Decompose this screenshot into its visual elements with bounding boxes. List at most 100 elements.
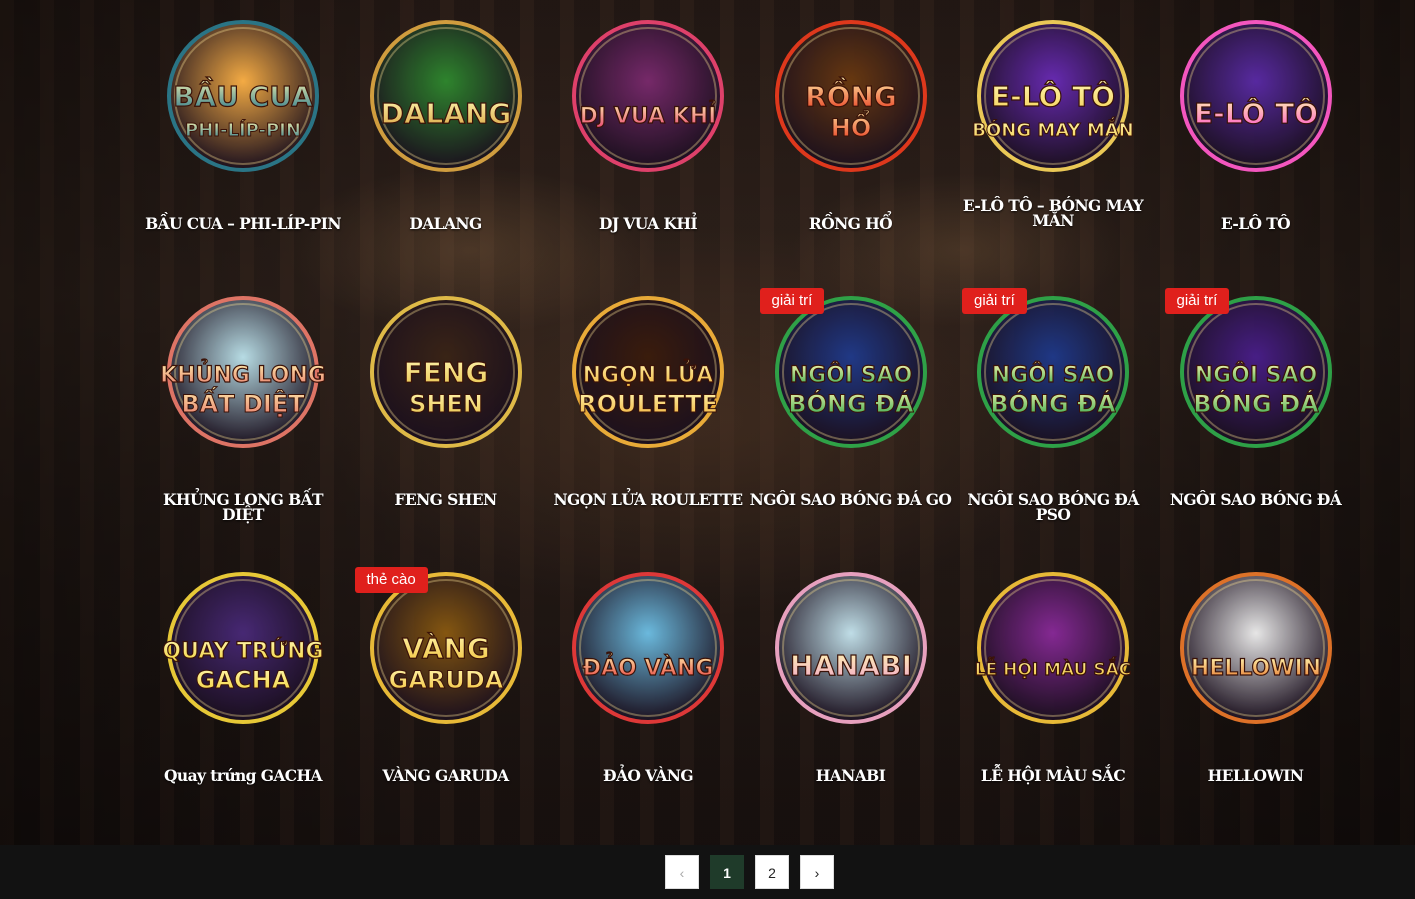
le-hoi-mau-sac-logo: LỄ HỘI MÀU SẮC [974, 572, 1132, 724]
game-logo-text: NGÔI SAO [789, 362, 912, 388]
game-card[interactable]: ĐẢO VÀNG ĐẢO VÀNG [547, 552, 749, 822]
footer-bar [0, 845, 1415, 899]
game-card[interactable]: NGỌN LỬA ROULETTE NGỌN LỬA ROULETTE [547, 276, 749, 546]
game-logo-subtext: GACHA [196, 666, 291, 694]
game-logo-text: RỒNG [805, 75, 897, 113]
game-thumbnail[interactable]: NGÔI SAO BÓNG ĐÁ [764, 294, 938, 454]
game-logo-text: E-LÔ TÔ [991, 79, 1115, 113]
game-card[interactable]: NGÔI SAO BÓNG ĐÁ giải trí NGÔI SAO BÓNG ĐÁ … [952, 276, 1154, 546]
quay-trung-gacha-logo: QUAY TRỨNGGACHA [162, 572, 324, 724]
game-logo-subtext: ROULETTE [578, 390, 718, 418]
game-title[interactable]: DJ VUA KHỈ [547, 216, 749, 232]
game-card[interactable]: HELLOWIN HELLOWIN [1155, 552, 1357, 822]
game-logo-text: QUAY TRỨNG [162, 638, 323, 664]
game-card[interactable]: HANABI HANABI [750, 552, 952, 822]
game-title[interactable]: Quay trứng GACHA [142, 768, 344, 784]
game-badge: giải trí [1164, 288, 1230, 314]
game-thumbnail[interactable]: E-LÔ TÔ [1169, 18, 1343, 178]
rong-ho-logo: RỒNGHỔ [774, 20, 927, 172]
game-card[interactable]: QUAY TRỨNG GACHA Quay trứng GACHA [142, 552, 344, 822]
dalang-logo: DALANG [369, 20, 522, 172]
game-title[interactable]: FENG SHEN [345, 492, 547, 508]
game-thumbnail[interactable]: VÀNG GARUDA [359, 570, 533, 730]
game-title[interactable]: RỒNG HỔ [750, 216, 952, 232]
game-logo-text: NGỌN LỬA [583, 360, 714, 388]
game-card[interactable]: BẦU CUA PHI-LÍP-PIN BẦU CUA – PHI-LÍP-PIN [142, 0, 344, 270]
prev-page-button[interactable]: ‹ [665, 855, 699, 889]
ngoi-sao-bong-da-logo: NGÔI SAOBÓNG ĐÁ [1179, 296, 1332, 448]
game-thumbnail[interactable]: NGÔI SAO BÓNG ĐÁ [1169, 294, 1343, 454]
game-logo-text: HELLOWIN [1190, 656, 1320, 681]
game-card[interactable]: NGÔI SAO BÓNG ĐÁ giải trí NGÔI SAO BÓNG ĐÁ [1155, 276, 1357, 546]
game-card[interactable]: E-LÔ TÔ E-LÔ TÔ [1155, 0, 1357, 270]
game-thumbnail[interactable]: NGÔI SAO BÓNG ĐÁ [966, 294, 1140, 454]
game-card[interactable]: DALANG DALANG [345, 0, 547, 270]
game-thumbnail[interactable]: HELLOWIN [1169, 570, 1343, 730]
game-card[interactable]: LỄ HỘI MÀU SẮC LỄ HỘI MÀU SẮC [952, 552, 1154, 822]
game-title[interactable]: NGÔI SAO BÓNG ĐÁ GO [750, 492, 952, 508]
game-logo-subtext: SHEN [409, 390, 483, 418]
game-thumbnail[interactable]: E-LÔ TÔ BÓNG MAY MẮN [966, 18, 1140, 178]
game-thumbnail[interactable]: NGỌN LỬA ROULETTE [561, 294, 735, 454]
game-thumbnail[interactable]: RỒNG HỔ [764, 18, 938, 178]
bau-cua-logo: BẦU CUA PHI-LÍP-PIN [167, 20, 319, 172]
game-thumbnail[interactable]: HANABI [764, 570, 938, 730]
game-title[interactable]: KHỦNG LONG BẤT DIỆT [142, 492, 344, 523]
game-title[interactable]: E-LÔ TÔ – BÓNG MAY MẮN [952, 198, 1154, 229]
game-card[interactable]: DJ VUA KHỈ DJ VUA KHỈ [547, 0, 749, 270]
game-thumbnail[interactable]: ĐẢO VÀNG [561, 570, 735, 730]
next-page-button[interactable]: › [800, 855, 834, 889]
game-logo-text: ĐẢO VÀNG [583, 653, 714, 681]
page-1-button[interactable]: 1 [710, 855, 744, 889]
game-logo-text: HANABI [790, 649, 912, 682]
game-logo-text: VÀNG [402, 631, 490, 665]
game-logo-text: FENG [403, 356, 488, 389]
game-card[interactable]: RỒNG HỔ RỒNG HỔ [750, 0, 952, 270]
game-logo-subtext: BÓNG MAY MẮN [972, 117, 1133, 141]
game-thumbnail[interactable]: DALANG [359, 18, 533, 178]
game-title[interactable]: NGỌN LỬA ROULETTE [547, 492, 749, 508]
game-thumbnail[interactable]: DJ VUA KHỈ [561, 18, 735, 178]
game-logo-text: NGÔI SAO [992, 362, 1115, 388]
game-thumbnail[interactable]: FENG SHEN [359, 294, 533, 454]
feng-shen-logo: FENGSHEN [369, 296, 522, 448]
game-title[interactable]: DALANG [345, 216, 547, 232]
game-logo-subtext: PHI-LÍP-PIN [185, 119, 301, 141]
game-thumbnail[interactable]: BẦU CUA PHI-LÍP-PIN [156, 18, 330, 178]
ngon-lua-roulette-logo: NGỌN LỬAROULETTE [572, 296, 724, 448]
game-logo-text: NGÔI SAO [1194, 362, 1317, 388]
game-logo-text: DJ VUA KHỈ [580, 101, 717, 129]
game-logo-text: DALANG [380, 97, 511, 130]
game-thumbnail[interactable]: QUAY TRỨNG GACHA [156, 570, 330, 730]
game-thumbnail[interactable]: KHỦNG LONG BẤT DIỆT [156, 294, 330, 454]
game-title[interactable]: HELLOWIN [1155, 768, 1357, 784]
game-thumbnail[interactable]: LỄ HỘI MÀU SẮC [966, 570, 1140, 730]
game-logo-text: E-LÔ TÔ [1193, 96, 1317, 130]
vang-garuda-logo: VÀNGGARUDA [369, 572, 522, 724]
game-logo-subtext: BẤT DIỆT [181, 385, 305, 418]
game-title[interactable]: BẦU CUA – PHI-LÍP-PIN [142, 216, 344, 232]
ngoi-sao-bong-da-go-logo: NGÔI SAOBÓNG ĐÁ [774, 296, 927, 448]
game-logo-subtext: BÓNG ĐÁ [1193, 388, 1319, 418]
game-title[interactable]: NGÔI SAO BÓNG ĐÁ PSO [952, 492, 1154, 523]
game-card[interactable]: FENG SHEN FENG SHEN [345, 276, 547, 546]
game-logo-text: KHỦNG LONG [160, 360, 326, 388]
game-logo-subtext: BÓNG ĐÁ [990, 388, 1116, 418]
game-badge: giải trí [759, 288, 825, 314]
game-title[interactable]: HANABI [750, 768, 952, 784]
game-card[interactable]: KHỦNG LONG BẤT DIỆT KHỦNG LONG BẤT DIỆT [142, 276, 344, 546]
dao-vang-logo: ĐẢO VÀNG [572, 572, 724, 724]
game-title[interactable]: ĐẢO VÀNG [547, 768, 749, 784]
game-card[interactable]: VÀNG GARUDA thẻ cào VÀNG GARUDA [345, 552, 547, 822]
game-title[interactable]: NGÔI SAO BÓNG ĐÁ [1155, 492, 1357, 508]
game-card[interactable]: E-LÔ TÔ BÓNG MAY MẮN E-LÔ TÔ – BÓNG MAY MẮ… [952, 0, 1154, 270]
hanabi-logo: HANABI [774, 572, 927, 724]
game-title[interactable]: LỄ HỘI MÀU SẮC [952, 768, 1154, 784]
khung-long-logo: KHỦNG LONGBẤT DIỆT [159, 296, 327, 448]
game-title[interactable]: E-LÔ TÔ [1155, 216, 1357, 232]
game-badge: thẻ cào [354, 567, 428, 593]
game-title[interactable]: VÀNG GARUDA [345, 768, 547, 784]
game-logo-text: BẦU CUA [173, 76, 313, 113]
page-2-button[interactable]: 2 [755, 855, 789, 889]
game-card[interactable]: NGÔI SAO BÓNG ĐÁ giải trí NGÔI SAO BÓNG ĐÁ … [750, 276, 952, 546]
